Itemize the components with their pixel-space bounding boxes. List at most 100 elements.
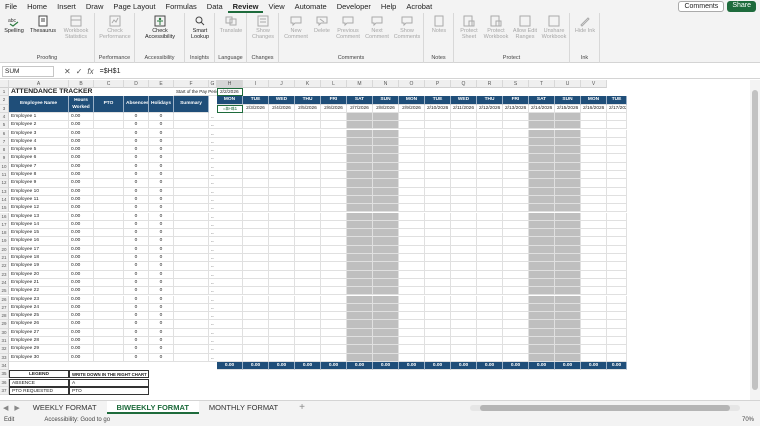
daily-total[interactable]: 0.00 [217, 361, 243, 371]
attendance-cell[interactable] [217, 212, 243, 221]
attendance-cell[interactable] [347, 162, 373, 171]
attendance-cell[interactable] [451, 278, 477, 288]
summary-cell[interactable] [174, 270, 209, 279]
delete-comment-button[interactable]: Delete [311, 15, 333, 34]
pto-cell[interactable] [94, 187, 124, 196]
attendance-cell[interactable] [373, 270, 399, 279]
attendance-cell[interactable] [555, 229, 581, 238]
attendance-cell[interactable] [295, 187, 321, 196]
column-header-s[interactable]: S [503, 80, 529, 88]
attendance-cell[interactable] [321, 137, 347, 147]
attendance-cell[interactable] [425, 337, 451, 346]
summary-cell[interactable] [174, 171, 209, 180]
menu-insert[interactable]: Insert [52, 0, 81, 13]
pto-cell[interactable] [94, 112, 124, 122]
absences-count[interactable]: 0 [124, 320, 149, 329]
attendance-cell[interactable] [295, 328, 321, 337]
attendance-cell[interactable] [269, 154, 295, 163]
column-title[interactable]: PTO [94, 96, 124, 113]
column-header-m[interactable]: M [347, 80, 373, 88]
attendance-cell[interactable] [269, 237, 295, 246]
attendance-cell[interactable] [555, 154, 581, 163]
attendance-cell[interactable] [529, 129, 555, 138]
attendance-cell[interactable] [555, 245, 581, 254]
attendance-cell[interactable] [399, 295, 425, 304]
attendance-cell[interactable] [347, 278, 373, 288]
daily-total[interactable]: 0.00 [581, 361, 607, 371]
date-cell[interactable]: 2/5/2026 [295, 104, 321, 113]
attendance-cell[interactable] [373, 312, 399, 321]
attendance-cell[interactable] [269, 162, 295, 171]
attendance-cell[interactable] [243, 154, 269, 163]
column-header-p[interactable]: P [425, 80, 451, 88]
pto-cell[interactable] [94, 353, 124, 362]
attendance-cell[interactable] [399, 353, 425, 362]
attendance-cell[interactable] [555, 287, 581, 296]
employee-name[interactable]: Employee 30 [9, 353, 69, 362]
row-header[interactable]: 9 [0, 154, 9, 163]
summary-cell[interactable] [174, 278, 209, 288]
hours-worked[interactable]: 0.00 [69, 320, 94, 329]
attendance-cell[interactable] [451, 204, 477, 213]
attendance-cell[interactable] [529, 287, 555, 296]
attendance-cell[interactable] [373, 129, 399, 138]
attendance-cell[interactable] [321, 179, 347, 188]
attendance-cell[interactable] [529, 353, 555, 362]
absences-count[interactable]: 0 [124, 121, 149, 130]
attendance-cell[interactable] [295, 162, 321, 171]
pto-cell[interactable] [94, 278, 124, 288]
attendance-cell[interactable] [503, 278, 529, 288]
attendance-cell[interactable] [425, 112, 451, 122]
attendance-cell[interactable] [425, 270, 451, 279]
attendance-cell[interactable] [373, 179, 399, 188]
employee-name[interactable]: Employee 17 [9, 245, 69, 254]
attendance-cell[interactable] [477, 278, 503, 288]
row-dash[interactable]: -- [209, 138, 217, 147]
row-dash[interactable]: -- [209, 337, 217, 346]
row-header[interactable]: 32 [0, 345, 9, 354]
holidays-count[interactable]: 0 [149, 295, 174, 304]
attendance-cell[interactable] [425, 237, 451, 246]
attendance-cell[interactable] [529, 245, 555, 254]
row-dash[interactable]: -- [209, 296, 217, 304]
attendance-cell[interactable] [269, 137, 295, 147]
attendance-cell[interactable] [399, 328, 425, 337]
notes-button[interactable]: Notes [427, 15, 451, 34]
row-header[interactable]: 7 [0, 137, 9, 147]
attendance-cell[interactable] [217, 121, 243, 130]
attendance-cell[interactable] [425, 179, 451, 188]
day-name-header[interactable]: FRI [321, 96, 347, 105]
attendance-cell[interactable] [529, 337, 555, 346]
employee-name[interactable]: Employee 5 [9, 146, 69, 155]
attendance-cell[interactable] [451, 237, 477, 246]
attendance-cell[interactable] [217, 154, 243, 163]
column-header-b[interactable]: B [69, 80, 94, 88]
daily-total[interactable]: 0.00 [477, 361, 503, 371]
attendance-cell[interactable] [243, 287, 269, 296]
check-accessibility-button[interactable]: Check Accessibility [139, 15, 181, 40]
attendance-cell[interactable] [373, 245, 399, 254]
menu-developer[interactable]: Developer [332, 0, 376, 13]
menu-help[interactable]: Help [376, 0, 401, 13]
date-cell[interactable]: 2/3/2026 [243, 104, 269, 113]
employee-name[interactable]: Employee 26 [9, 320, 69, 329]
pto-cell[interactable] [94, 287, 124, 296]
holidays-count[interactable]: 0 [149, 154, 174, 163]
hours-worked[interactable]: 0.00 [69, 212, 94, 221]
attendance-cell[interactable] [451, 270, 477, 279]
attendance-cell[interactable] [529, 312, 555, 321]
summary-cell[interactable] [174, 262, 209, 271]
attendance-cell[interactable] [425, 212, 451, 221]
absences-count[interactable]: 0 [124, 212, 149, 221]
absences-count[interactable]: 0 [124, 353, 149, 362]
row-dash[interactable]: -- [209, 171, 217, 180]
hours-worked[interactable]: 0.00 [69, 179, 94, 188]
attendance-cell[interactable] [399, 171, 425, 180]
row-header[interactable]: 19 [0, 237, 9, 246]
attendance-cell[interactable] [295, 254, 321, 263]
attendance-cell[interactable] [503, 337, 529, 346]
summary-cell[interactable] [174, 254, 209, 263]
column-header-g[interactable]: G [209, 80, 217, 88]
employee-name[interactable]: Employee 11 [9, 195, 69, 205]
attendance-cell[interactable] [321, 195, 347, 205]
